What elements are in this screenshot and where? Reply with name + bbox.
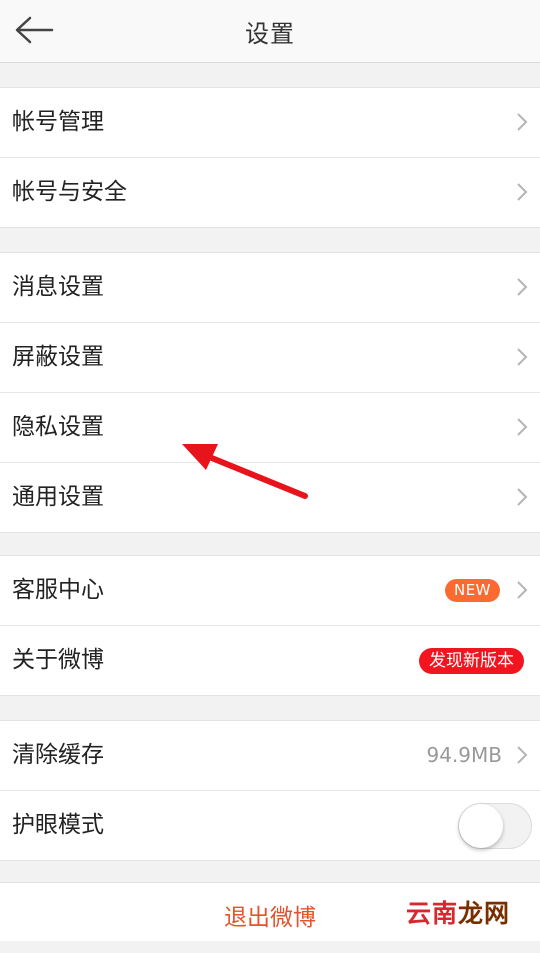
settings-group-account: 帐号管理 帐号与安全	[0, 87, 540, 228]
settings-item-about[interactable]: 关于微博 发现新版本	[0, 626, 540, 695]
settings-item-message[interactable]: 消息设置	[0, 253, 540, 323]
settings-item-account-management[interactable]: 帐号管理	[0, 88, 540, 158]
chevron-right-icon	[517, 348, 528, 366]
watermark-logo: 云南龙网	[406, 894, 510, 930]
settings-group-storage: 清除缓存 94.9MB 护眼模式	[0, 720, 540, 861]
settings-item-label: 消息设置	[12, 274, 104, 300]
chevron-right-icon	[517, 183, 528, 201]
settings-item-label: 屏蔽设置	[12, 344, 104, 370]
settings-group-support: 客服中心 NEW 关于微博 发现新版本	[0, 555, 540, 696]
top-nav-bar: 设置	[0, 0, 540, 63]
settings-item-eye-protection: 护眼模式	[0, 791, 540, 860]
update-available-badge: 发现新版本	[419, 648, 524, 674]
new-badge: NEW	[444, 579, 500, 602]
settings-item-label: 护眼模式	[12, 812, 104, 838]
eye-protection-toggle[interactable]	[458, 803, 532, 849]
chevron-right-icon	[517, 278, 528, 296]
chevron-right-icon	[517, 488, 528, 506]
settings-item-label: 客服中心	[12, 577, 104, 603]
watermark-part1: 云南	[405, 899, 458, 928]
toggle-knob	[459, 804, 503, 848]
watermark-part2: 龙网	[457, 899, 510, 928]
settings-item-label: 通用设置	[12, 484, 104, 510]
settings-item-label: 帐号与安全	[12, 179, 127, 205]
cache-size-value: 94.9MB	[426, 743, 502, 767]
settings-item-block[interactable]: 屏蔽设置	[0, 323, 540, 393]
settings-item-customer-service[interactable]: 客服中心 NEW	[0, 556, 540, 626]
settings-item-account-security[interactable]: 帐号与安全	[0, 158, 540, 227]
chevron-right-icon	[517, 746, 528, 764]
settings-item-label: 隐私设置	[12, 414, 104, 440]
settings-item-clear-cache[interactable]: 清除缓存 94.9MB	[0, 721, 540, 791]
annotation-arrow-icon	[182, 444, 308, 499]
settings-item-label: 帐号管理	[12, 109, 104, 135]
page-title: 设置	[245, 20, 295, 48]
settings-item-label: 关于微博	[12, 647, 104, 673]
chevron-right-icon	[517, 113, 528, 131]
chevron-right-icon	[517, 581, 528, 599]
settings-item-label: 清除缓存	[12, 742, 104, 768]
chevron-right-icon	[517, 418, 528, 436]
